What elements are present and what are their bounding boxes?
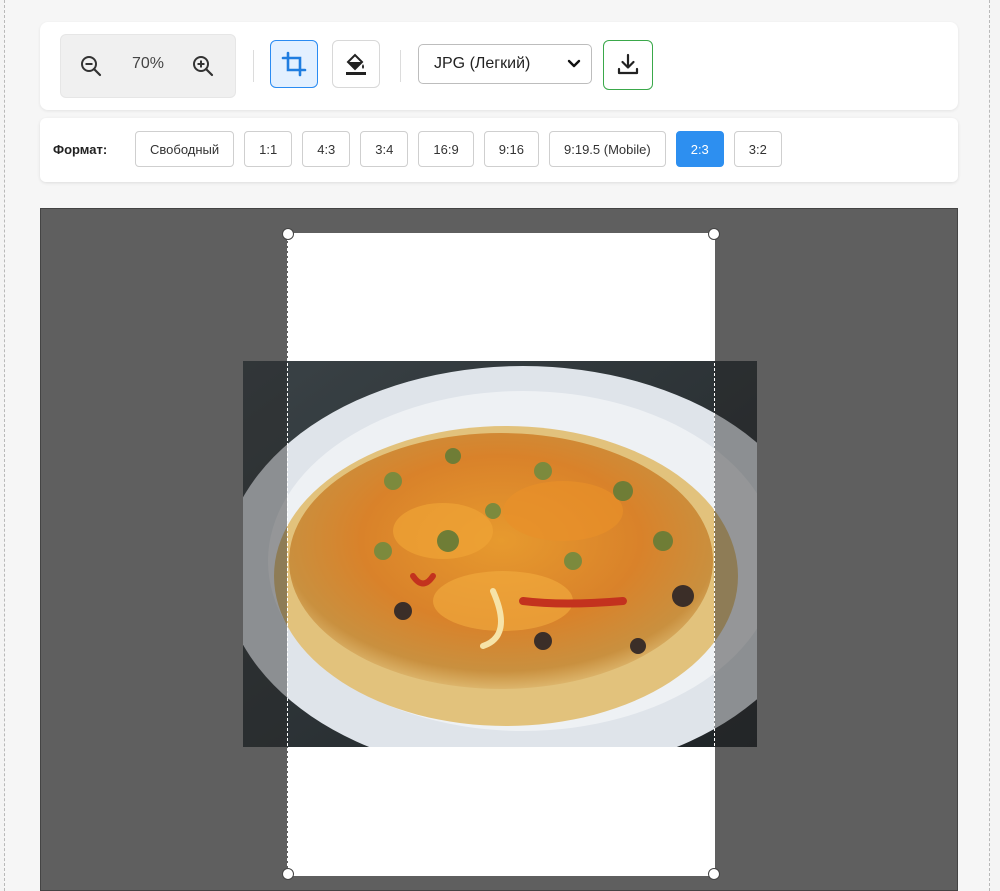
outside-crop-overlay xyxy=(714,361,757,747)
aspect-ratio-label: Формат: xyxy=(53,142,108,157)
paint-bucket-icon xyxy=(346,53,366,75)
crop-icon xyxy=(281,51,307,77)
crop-handle-top-left[interactable] xyxy=(282,228,294,240)
pizza-photo xyxy=(243,361,757,747)
crop-border-left xyxy=(287,233,288,876)
output-format-value: JPG (Легкий) xyxy=(434,55,531,72)
aspect-ratio-option[interactable]: 16:9 xyxy=(418,131,474,167)
output-format-select[interactable]: JPG (Легкий) xyxy=(418,44,592,84)
zoom-in-button[interactable] xyxy=(188,51,218,81)
pizza-image xyxy=(243,361,757,747)
zoom-out-button[interactable] xyxy=(76,51,106,81)
zoom-in-icon xyxy=(193,56,214,77)
toolbar: 70% JPG (Легкий) xyxy=(40,22,958,110)
zoom-control: 70% xyxy=(60,34,236,98)
aspect-ratio-option[interactable]: 3:2 xyxy=(733,131,782,167)
toolbar-divider xyxy=(400,50,401,82)
chevron-down-icon xyxy=(567,59,581,68)
crop-canvas[interactable] xyxy=(40,208,958,891)
aspect-ratio-option[interactable]: 9:19.5 (Mobile) xyxy=(549,131,666,167)
crop-button[interactable] xyxy=(270,40,318,88)
crop-handle-top-right[interactable] xyxy=(708,228,720,240)
outside-crop-overlay xyxy=(243,361,287,747)
zoom-level: 70% xyxy=(131,55,165,72)
aspect-ratio-options: Свободный 1:1 4:3 3:4 16:9 9:16 9:19.5 (Mobile… xyxy=(135,131,782,167)
aspect-ratio-option[interactable]: 3:4 xyxy=(360,131,409,167)
crop-handle-bottom-right[interactable] xyxy=(708,868,720,880)
toolbar-divider xyxy=(253,50,254,82)
download-button[interactable] xyxy=(603,40,653,90)
crop-handle-bottom-left[interactable] xyxy=(282,868,294,880)
aspect-ratio-option[interactable]: 1:1 xyxy=(244,131,293,167)
zoom-out-icon xyxy=(81,56,102,77)
crop-border-right xyxy=(714,233,715,876)
fill-button[interactable] xyxy=(332,40,380,88)
aspect-ratio-option[interactable]: Свободный xyxy=(135,131,235,167)
aspect-ratio-option[interactable]: 4:3 xyxy=(302,131,351,167)
download-icon xyxy=(617,53,639,75)
aspect-ratio-bar: Формат: Свободный 1:1 4:3 3:4 16:9 9:16 9:19.5… xyxy=(40,118,958,182)
aspect-ratio-option[interactable]: 2:3 xyxy=(675,131,724,167)
aspect-ratio-option[interactable]: 9:16 xyxy=(483,131,539,167)
